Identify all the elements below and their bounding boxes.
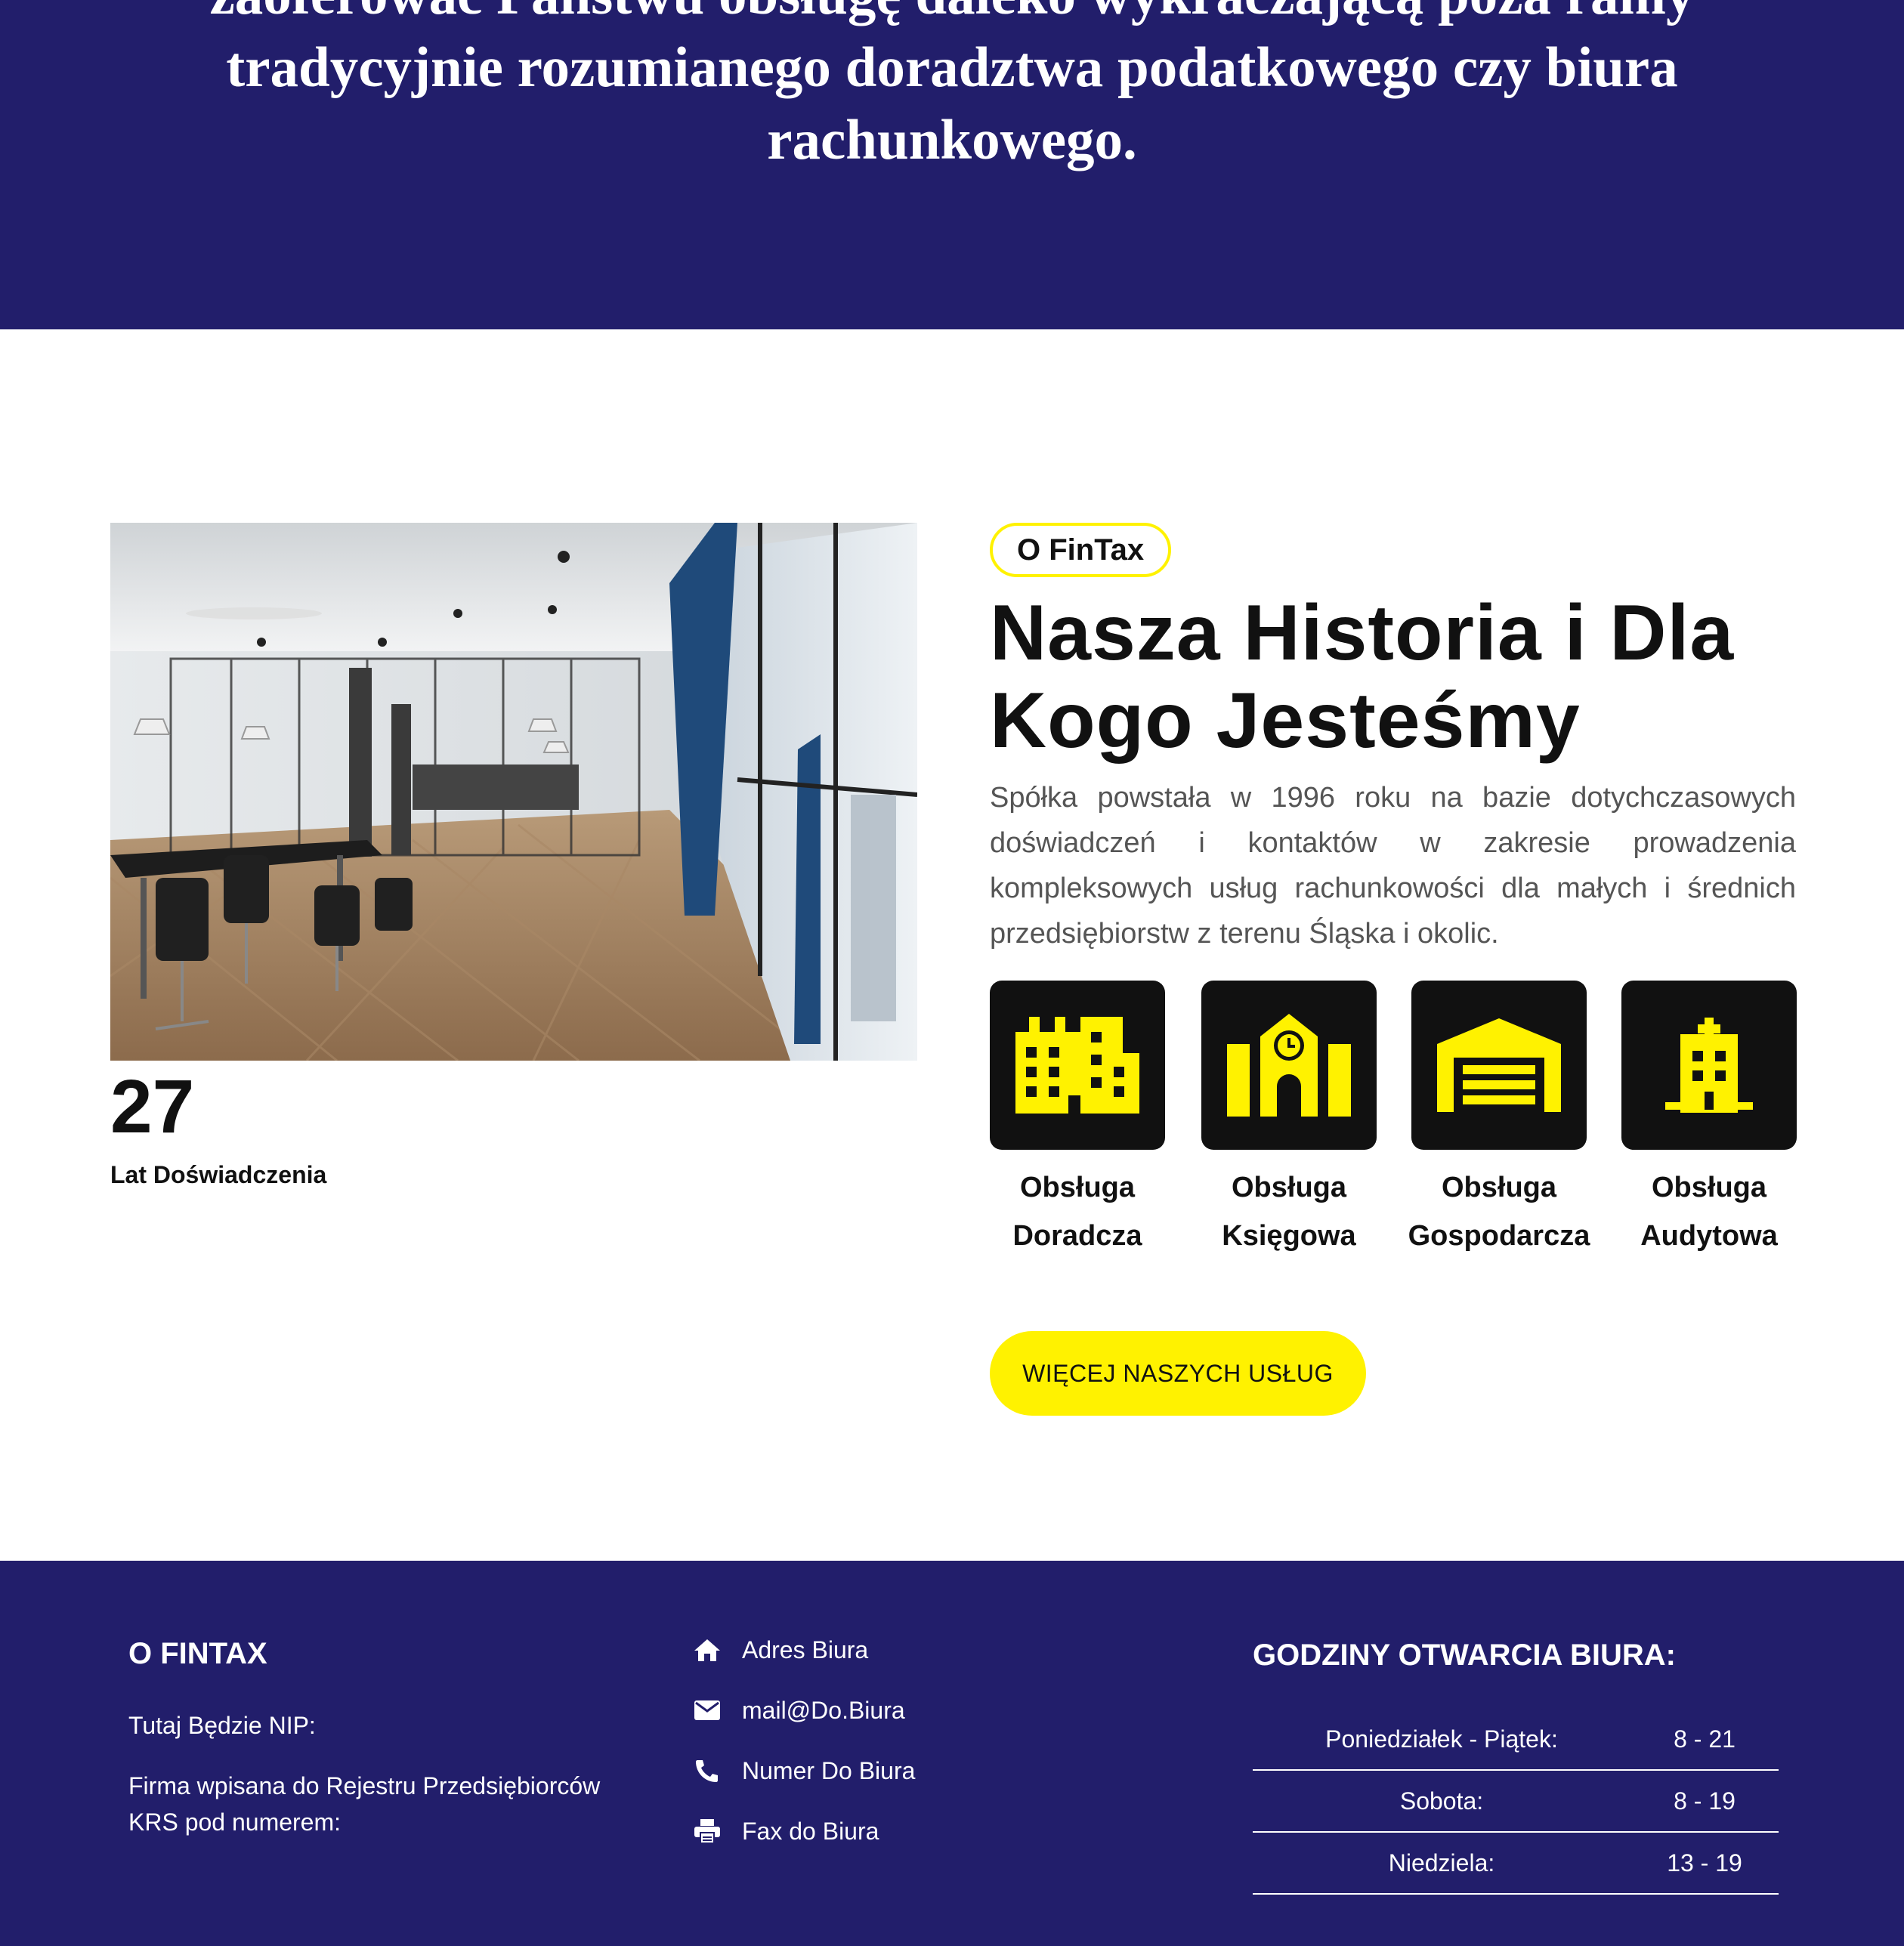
office-interior-photo (110, 523, 917, 1061)
footer-nip: Tutaj Będzie NIP: (128, 1712, 316, 1739)
hours-row: Niedziela: 13 - 19 (1253, 1833, 1779, 1895)
printer-icon (692, 1816, 722, 1846)
warehouse-icon (1437, 1018, 1561, 1112)
hours-row: Sobota: 8 - 19 (1253, 1771, 1779, 1833)
footer-krs: Firma wpisana do Rejestru Przedsiębiorcó… (128, 1772, 601, 1836)
contact-address[interactable]: Adres Biura (692, 1632, 868, 1668)
contact-email[interactable]: mail@Do.Biura (692, 1692, 905, 1728)
section-heading-line-2: Kogo Jesteśmy (990, 677, 1581, 764)
more-services-button[interactable]: WIĘCEJ NASZYCH USŁUG (990, 1331, 1366, 1416)
footer-hours-title: GODZINY OTWARCIA BIURA: (1253, 1639, 1676, 1672)
hours-time: 8 - 19 (1674, 1787, 1736, 1815)
contact-phone[interactable]: Numer Do Biura (692, 1753, 915, 1789)
hero-line-3: rachunkowego. (767, 109, 1137, 171)
years-experience-number: 27 (110, 1064, 195, 1149)
service-card-accounting[interactable]: Obsługa Księgowa (1201, 981, 1377, 1260)
hero-banner: zaoferować Państwu obsługę daleko wykrac… (0, 0, 1904, 329)
service-label: Obsługa Księgowa (1222, 1172, 1356, 1252)
footer: O FINTAX Tutaj Będzie NIP: Firma wpisana… (0, 1561, 1904, 1946)
services-grid: Obsługa Doradcza Obsługa Księgowa Obsług… (990, 981, 1828, 1253)
hours-day: Sobota: (1399, 1787, 1484, 1815)
service-label: Obsługa Gospodarcza (1408, 1172, 1590, 1252)
service-icon-box (1411, 981, 1587, 1150)
opening-hours-table: Poniedziałek - Piątek: 8 - 21 Sobota: 8 … (1253, 1709, 1779, 1895)
section-heading-line-1: Nasza Historia i Dla (990, 589, 1735, 677)
section-heading: Nasza Historia i Dla Kogo Jesteśmy (990, 589, 1821, 764)
hero-line-2: tradycyjnie rozumianego doradztwa podatk… (226, 36, 1678, 99)
envelope-icon (692, 1695, 722, 1725)
footer-about-title: O FINTAX (128, 1637, 267, 1670)
service-label: Obsługa Doradcza (1012, 1172, 1142, 1252)
service-label: Obsługa Audytowa (1640, 1172, 1778, 1252)
section-description: Spółka powstała w 1996 roku na bazie dot… (990, 782, 1796, 950)
school-clock-icon (1227, 1014, 1351, 1117)
hours-day: Niedziela: (1388, 1849, 1495, 1876)
hours-time: 8 - 21 (1674, 1725, 1736, 1753)
hours-row: Poniedziałek - Piątek: 8 - 21 (1253, 1709, 1779, 1771)
hero-line-1: zaoferować Państwu obsługę daleko wykrac… (106, 0, 1798, 32)
hero-text: zaoferować Państwu obsługę daleko wykrac… (106, 0, 1798, 177)
service-icon-box (1621, 981, 1797, 1150)
service-card-business[interactable]: Obsługa Gospodarcza (1408, 981, 1590, 1260)
buildings-icon (1015, 1017, 1139, 1114)
service-card-audit[interactable]: Obsługa Audytowa (1621, 981, 1797, 1260)
phone-icon (692, 1756, 722, 1786)
home-icon (692, 1635, 722, 1665)
hours-time: 13 - 19 (1667, 1849, 1742, 1876)
years-experience-label: Lat Doświadczenia (110, 1161, 327, 1188)
section-badge: O FinTax (990, 523, 1172, 577)
contact-fax[interactable]: Fax do Biura (692, 1813, 879, 1849)
service-icon-box (1201, 981, 1377, 1150)
service-card-advisory[interactable]: Obsługa Doradcza (990, 981, 1165, 1260)
service-icon-box (990, 981, 1165, 1150)
hours-day: Poniedziałek - Piątek: (1325, 1725, 1558, 1753)
hospital-building-icon (1665, 1018, 1753, 1113)
